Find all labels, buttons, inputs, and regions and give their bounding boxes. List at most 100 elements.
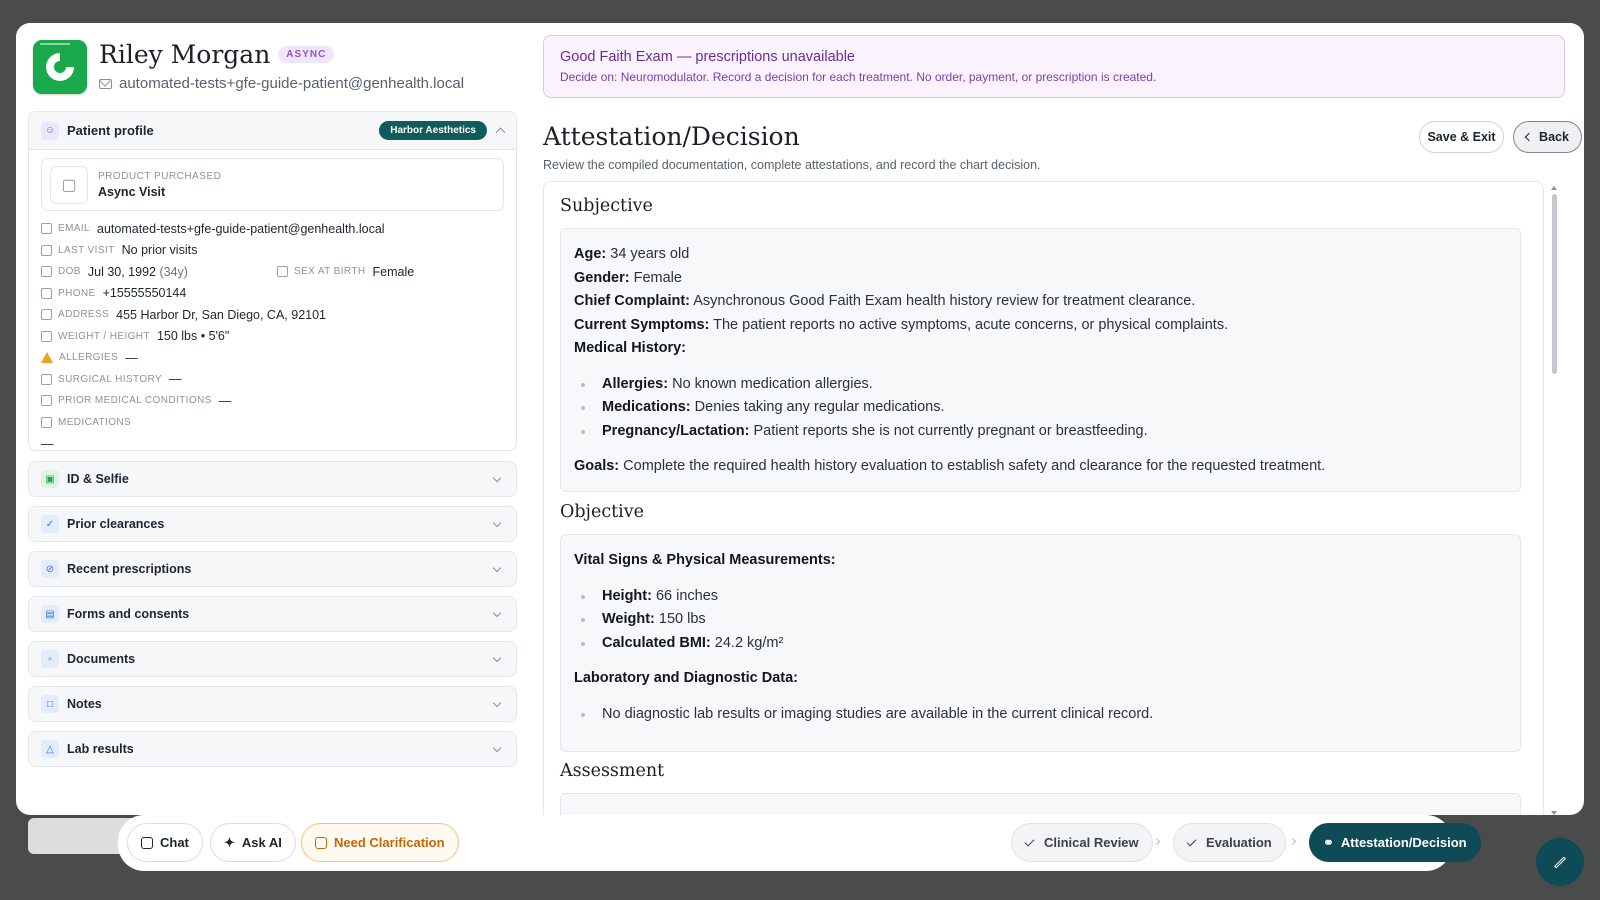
section-documents[interactable]: ▫ Documents: [28, 641, 517, 677]
pill-icon: [41, 416, 52, 428]
gender-key: Gender:: [574, 269, 630, 286]
section-id-selfie[interactable]: ▣ ID & Selfie: [28, 461, 517, 497]
scroll-up-icon[interactable]: [1551, 186, 1557, 190]
package-icon: ▢: [50, 165, 88, 204]
patient-profile-title: Patient profile: [67, 123, 154, 138]
lab-list: No diagnostic lab results or imaging stu…: [574, 703, 1507, 727]
assessment-box: [560, 793, 1521, 815]
step-clinical-review[interactable]: Clinical Review: [1011, 823, 1153, 862]
goals-value: Complete the required health history eva…: [619, 458, 1326, 474]
soap-document[interactable]: Subjective Age: 34 years old Gender: Fem…: [543, 181, 1544, 815]
step-evaluation[interactable]: Evaluation: [1173, 823, 1286, 862]
scroll-down-icon[interactable]: [1551, 811, 1557, 815]
check-icon: [1024, 836, 1035, 846]
item-key: Pregnancy/Lactation:: [602, 422, 750, 439]
field-surgical-history: SURGICAL HISTORY —: [41, 369, 504, 391]
step-label: Evaluation: [1206, 835, 1272, 850]
back-button[interactable]: Back: [1513, 121, 1582, 153]
warning-icon: [41, 352, 53, 364]
page-subtitle: Review the compiled documentation, compl…: [543, 158, 1041, 172]
step-attestation-decision[interactable]: ⚭ Attestation/Decision: [1309, 823, 1481, 862]
lab-line: Laboratory and Diagnostic Data:: [574, 667, 1507, 691]
field-age: (34y): [159, 264, 188, 279]
lab-key: Laboratory and Diagnostic Data:: [574, 670, 798, 686]
chevron-down-icon: [492, 608, 502, 617]
check-icon: [1186, 836, 1197, 846]
section-recent-prescriptions[interactable]: ⊘ Recent prescriptions: [28, 551, 517, 587]
chevron-down-icon: [492, 473, 502, 482]
chevron-right-icon: [1152, 837, 1161, 846]
field-medications: MEDICATIONS: [41, 412, 504, 434]
patient-header: Riley Morgan ASYNC automated-tests+gfe-g…: [33, 40, 464, 94]
list-item: Pregnancy/Lactation: Patient reports she…: [574, 420, 1507, 444]
chevron-down-icon: [492, 518, 502, 527]
symptoms-line: Current Symptoms: The patient reports no…: [574, 314, 1507, 338]
chief-complaint-key: Chief Complaint:: [574, 293, 690, 309]
assessment-title: Assessment: [560, 761, 665, 781]
field-value: Female: [372, 264, 415, 279]
save-exit-button[interactable]: Save & Exit: [1419, 121, 1504, 153]
profile-fields: EMAIL automated-tests+gfe-guide-patient@g…: [29, 211, 516, 450]
field-value: —: [169, 372, 182, 387]
banner-subtitle: Decide on: Neuromodulator. Record a deci…: [560, 70, 1157, 84]
field-value: No prior visits: [121, 243, 198, 258]
chat-label: Chat: [160, 835, 189, 850]
goals-key: Goals:: [574, 458, 620, 474]
field-value: —: [218, 393, 232, 408]
ask-ai-label: Ask AI: [241, 835, 282, 850]
pill-icon: ⊘: [41, 560, 59, 578]
folder-icon: ▫: [41, 650, 59, 668]
item-key: Calculated BMI:: [602, 634, 711, 651]
edit-fab-button[interactable]: [1536, 838, 1584, 886]
age-line: Age: 34 years old: [574, 243, 1507, 267]
mail-icon: [315, 836, 327, 849]
chevron-down-icon: [492, 698, 502, 707]
field-label: DOB: [58, 266, 81, 278]
field-phone: PHONE +15555550144: [41, 283, 504, 305]
document-scrollbar[interactable]: [1552, 194, 1557, 374]
vitals-key: Vital Signs & Physical Measurements:: [574, 552, 836, 568]
field-last-visit: LAST VISIT No prior visits: [41, 240, 504, 262]
chevron-down-icon: [492, 653, 502, 662]
chat-bubble-icon: [141, 836, 153, 849]
field-label: PHONE: [58, 287, 96, 299]
user-icon: ☺: [41, 121, 59, 140]
section-label: Recent prescriptions: [67, 562, 192, 576]
patient-profile-header[interactable]: ☺ Patient profile Harbor Aesthetics: [29, 112, 516, 150]
item-value: 66 inches: [651, 587, 719, 604]
item-key: Medications:: [602, 399, 691, 415]
item-value: 24.2 kg/m²: [710, 634, 784, 651]
section-forms-consents[interactable]: ▤ Forms and consents: [28, 596, 517, 632]
field-value: 455 Harbor Dr, San Diego, CA, 92101: [116, 307, 327, 322]
need-clarification-button[interactable]: Need Clarification: [301, 823, 459, 862]
back-label: Back: [1539, 130, 1569, 144]
gender-line: Gender: Female: [574, 267, 1507, 291]
objective-box: Vital Signs & Physical Measurements: Hei…: [560, 534, 1521, 752]
subjective-title: Subjective: [560, 196, 653, 216]
image-icon: ▣: [41, 470, 59, 488]
goals-line: Goals: Complete the required health hist…: [574, 455, 1507, 479]
field-label: WEIGHT / HEIGHT: [58, 330, 150, 342]
sparkles-icon: ✦: [224, 834, 235, 850]
section-prior-clearances[interactable]: ✓ Prior clearances: [28, 506, 517, 542]
app-logo-icon: [33, 40, 87, 94]
phone-icon: [41, 287, 52, 299]
ask-ai-button[interactable]: ✦ Ask AI: [210, 823, 296, 862]
section-label: Documents: [67, 652, 136, 666]
section-lab-results[interactable]: △ Lab results: [28, 731, 517, 767]
field-label: SEX AT BIRTH: [294, 266, 366, 278]
list-item: Allergies: No known medication allergies…: [574, 373, 1507, 397]
field-label: EMAIL: [58, 223, 91, 235]
chevron-down-icon: [492, 743, 502, 752]
field-label: MEDICATIONS: [58, 416, 132, 428]
item-key: Weight:: [602, 611, 655, 627]
section-notes[interactable]: □ Notes: [28, 686, 517, 722]
medical-history-list: Allergies: No known medication allergies…: [574, 373, 1507, 444]
chevron-up-icon[interactable]: [495, 127, 506, 138]
item-key: Height:: [602, 587, 652, 604]
section-label: Prior clearances: [67, 517, 165, 531]
objective-title: Objective: [560, 502, 645, 522]
map-pin-icon: [41, 309, 52, 321]
chat-button[interactable]: Chat: [127, 823, 203, 862]
field-label: PRIOR MEDICAL CONDITIONS: [58, 395, 212, 407]
